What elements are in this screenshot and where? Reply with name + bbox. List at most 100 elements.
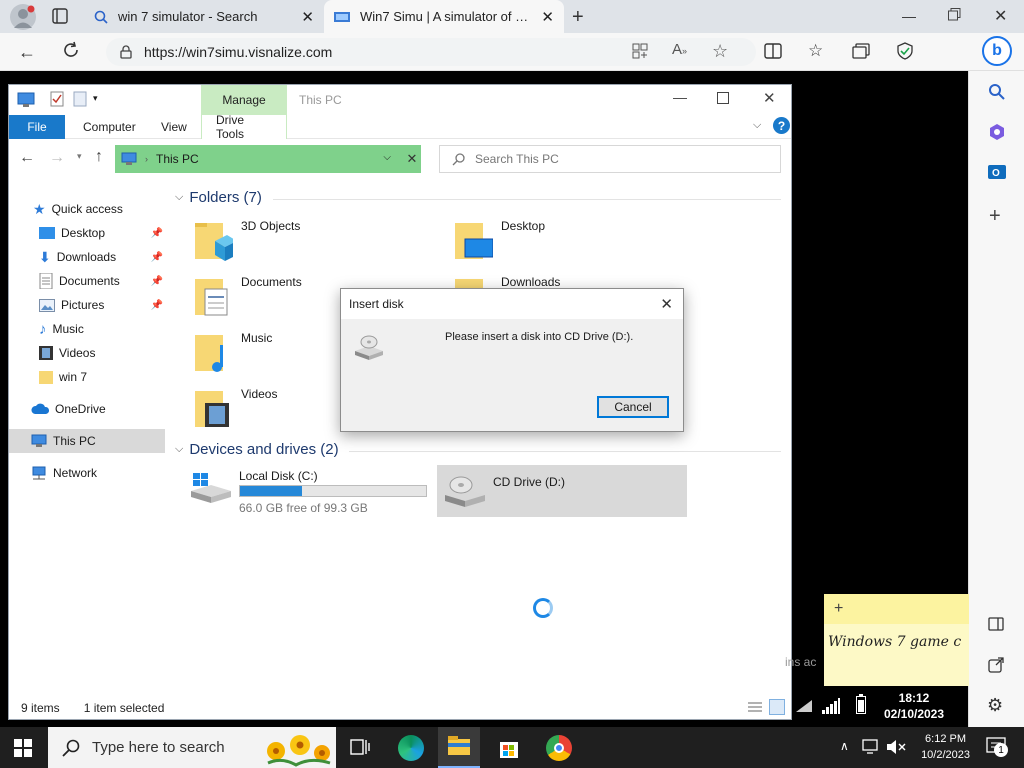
close-tab-icon[interactable]: ✕ (301, 8, 314, 26)
nav-this-pc[interactable]: This PC (9, 429, 165, 453)
tab-actions-icon[interactable] (52, 8, 68, 24)
chevron-up-icon[interactable]: ∧ (840, 739, 849, 753)
minimize-icon[interactable]: — (902, 8, 916, 24)
search-icon[interactable] (988, 83, 1006, 101)
read-aloud-icon[interactable]: A» (672, 41, 687, 58)
sticky-note-text[interactable]: Windows 7 game c (828, 634, 969, 650)
settings-gear-icon[interactable]: ⚙ (987, 695, 1003, 716)
restore-icon[interactable] (948, 8, 961, 21)
nav-desktop[interactable]: Desktop 📌 (39, 221, 165, 245)
computer-icon (17, 92, 35, 108)
properties-icon[interactable] (49, 91, 65, 107)
explorer-search-input[interactable]: Search This PC (439, 145, 781, 173)
pin-icon[interactable]: 📌 (151, 276, 163, 287)
nav-pictures[interactable]: Pictures 📌 (39, 293, 165, 317)
close-tab-icon[interactable]: ✕ (541, 8, 554, 26)
back-icon[interactable]: ← (18, 42, 36, 63)
tab-drive-tools[interactable]: Drive Tools (201, 113, 287, 141)
notifications-icon[interactable]: 1 (986, 737, 1008, 757)
browser-essentials-icon[interactable] (896, 42, 914, 60)
chrome-icon[interactable] (546, 735, 572, 761)
pin-icon[interactable]: 📌 (151, 252, 163, 263)
nav-documents[interactable]: Documents 📌 (39, 269, 165, 293)
chevron-down-icon[interactable]: ⌵ (383, 152, 391, 163)
network-icon[interactable] (796, 700, 812, 712)
folder-music[interactable]: Music (193, 331, 272, 375)
devices-group-header[interactable]: ⌵ Devices and drives (2) (175, 441, 339, 458)
outlook-icon[interactable]: O (988, 163, 1006, 181)
up-arrow-icon[interactable]: ↑ (95, 148, 103, 166)
windows-start-icon[interactable] (14, 739, 32, 757)
clear-path-icon[interactable]: ✕ (403, 145, 421, 173)
add-sidebar-icon[interactable]: + (989, 205, 1001, 228)
folder-documents[interactable]: Documents (193, 275, 302, 319)
drive-c[interactable]: Local Disk (C:) 66.0 GB free of 99.3 GB (187, 465, 437, 517)
tab-file[interactable]: File (9, 115, 65, 139)
folder-videos[interactable]: Videos (193, 387, 277, 431)
sticky-note[interactable]: + Windows 7 game c (824, 594, 969, 686)
add-note-icon[interactable]: + (834, 600, 843, 618)
bing-copilot-icon[interactable]: b (982, 36, 1012, 66)
pin-icon[interactable]: 📌 (151, 300, 163, 311)
nav-onedrive[interactable]: OneDrive (31, 397, 106, 421)
sidebar-layout-icon[interactable] (988, 617, 1004, 631)
cancel-button[interactable]: Cancel (597, 396, 669, 418)
tab-view[interactable]: View (147, 115, 201, 139)
folders-group-header[interactable]: ⌵ Folders (7) (175, 189, 262, 206)
new-tab-icon[interactable]: + (572, 6, 584, 29)
tab-computer[interactable]: Computer (69, 115, 150, 139)
minimize-icon[interactable]: — (673, 89, 687, 105)
volume-muted-icon[interactable] (886, 739, 906, 755)
folder-desktop[interactable]: Desktop (453, 219, 545, 263)
dialog-title-bar: Insert disk ✕ (341, 289, 683, 319)
back-arrow-icon[interactable]: ← (19, 149, 35, 167)
close-window-icon[interactable]: ✕ (994, 6, 1007, 26)
help-icon[interactable]: ? (773, 117, 790, 134)
favorites-icon[interactable]: ☆ (808, 41, 823, 61)
taskbar-clock[interactable]: 6:12 PM 10/2/2023 (921, 731, 970, 763)
close-window-icon[interactable]: ✕ (763, 89, 776, 107)
address-bar[interactable]: https://win7simu.visnalize.com (106, 38, 756, 66)
simulator-clock[interactable]: 18:12 02/10/2023 (878, 690, 950, 722)
manage-context-tab[interactable]: Manage (201, 85, 287, 115)
forward-arrow-icon[interactable]: → (49, 149, 65, 167)
nav-win7[interactable]: win 7 (39, 365, 87, 389)
search-icon (452, 152, 465, 166)
battery-icon[interactable] (856, 694, 866, 714)
nav-videos[interactable]: Videos (39, 341, 95, 365)
details-view-icon[interactable] (747, 701, 763, 715)
customize-toolbar-icon[interactable]: ▾ (93, 93, 98, 104)
collections-icon[interactable] (852, 43, 870, 59)
tab-win7simu[interactable]: Win7 Simu | A simulator of Windows 7 ✕ (324, 0, 564, 33)
expand-ribbon-icon[interactable]: ⌵ (753, 119, 761, 132)
edge-browser-icon[interactable] (398, 735, 424, 761)
pin-icon[interactable]: 📌 (151, 228, 163, 239)
external-link-icon[interactable] (988, 657, 1004, 673)
refresh-icon[interactable] (62, 41, 80, 59)
clock-date: 02/10/2023 (883, 707, 945, 721)
copilot-shapes-icon[interactable] (988, 123, 1006, 141)
folder-3d-objects[interactable]: 3D Objects (193, 219, 300, 263)
large-icons-view-icon[interactable] (769, 699, 785, 715)
app-available-icon[interactable] (632, 43, 648, 59)
task-view-icon[interactable] (350, 739, 370, 757)
nav-quick-access[interactable]: ★ Quick access (33, 197, 123, 221)
address-path[interactable]: › This PC ⌵ (115, 145, 419, 173)
nav-network[interactable]: Network (31, 461, 97, 485)
split-screen-icon[interactable] (764, 43, 782, 59)
drive-d[interactable]: CD Drive (D:) (437, 465, 687, 517)
favorite-star-icon[interactable]: ☆ (712, 41, 728, 62)
file-explorer-taskbar-icon[interactable] (438, 727, 480, 768)
tab-search[interactable]: win 7 simulator - Search ✕ (84, 0, 324, 33)
signal-bars-icon[interactable] (822, 698, 840, 714)
profile-avatar-icon[interactable] (10, 4, 36, 30)
taskbar-search-box[interactable]: Type here to search (48, 727, 336, 768)
nav-downloads[interactable]: ⬇ Downloads 📌 (39, 245, 165, 269)
close-dialog-icon[interactable]: ✕ (660, 295, 673, 313)
recent-locations-icon[interactable]: ▾ (77, 151, 82, 162)
microsoft-store-icon[interactable] (498, 737, 520, 759)
nav-music[interactable]: ♪ Music (39, 317, 84, 341)
new-folder-icon[interactable] (73, 91, 87, 107)
display-icon[interactable] (862, 739, 880, 755)
maximize-icon[interactable] (717, 92, 729, 104)
